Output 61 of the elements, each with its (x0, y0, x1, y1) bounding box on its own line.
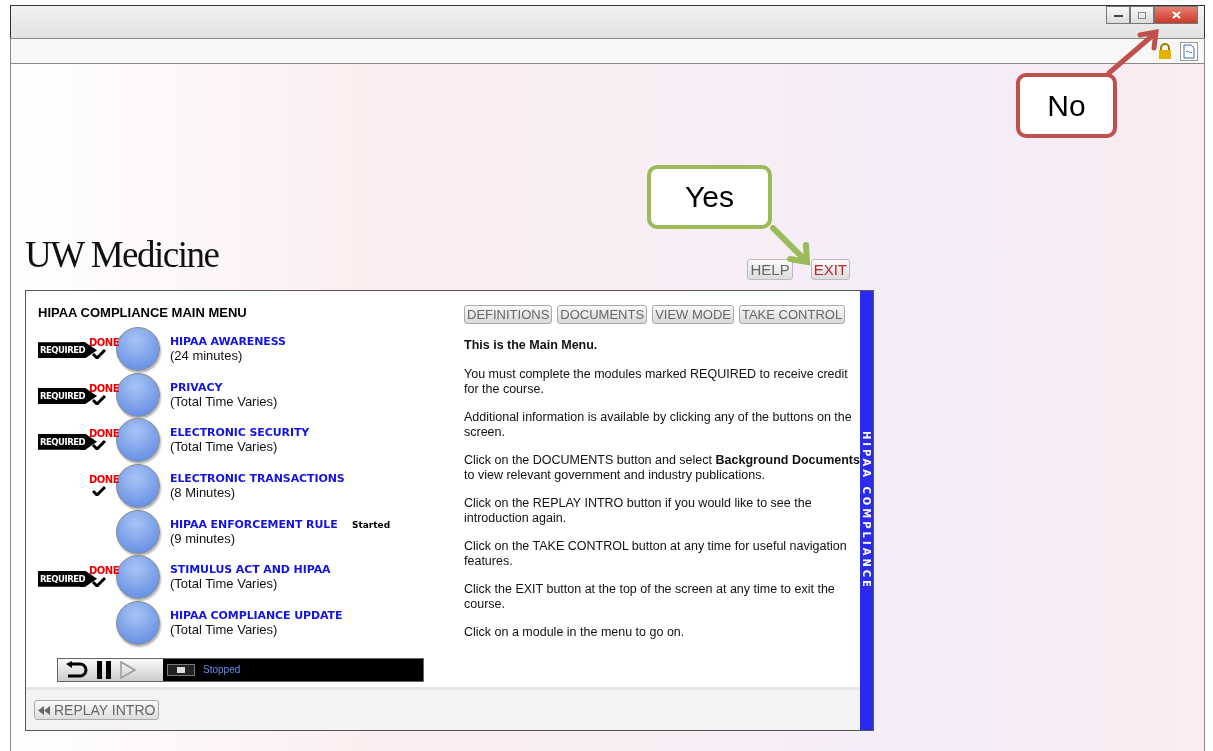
toggle-icon (167, 663, 195, 676)
minimize-icon (1113, 13, 1123, 17)
menu-title: HIPAA COMPLIANCE MAIN MENU (38, 305, 248, 320)
module-duration: (24 minutes) (170, 347, 243, 363)
logo-text: UW Medicine (25, 233, 219, 276)
callout: Yes (647, 165, 772, 229)
module-title[interactable]: STIMULUS ACT AND HIPAA (170, 563, 331, 577)
done-tag: DONE (89, 382, 119, 394)
done-tag: DONE (89, 428, 119, 440)
info-paragraph: Additional information is available by clicking any of the buttons on the screen. (464, 410, 853, 440)
play-icon (120, 660, 136, 679)
pause-button[interactable] (96, 660, 112, 679)
module-button[interactable] (116, 509, 160, 554)
module-button[interactable] (116, 600, 160, 645)
checkmark-icon (92, 485, 106, 496)
help-button[interactable]: HELP (747, 259, 793, 280)
arrow-icon (1106, 28, 1162, 76)
close-icon (1171, 11, 1181, 19)
module-duration: (8 Minutes) (170, 484, 236, 500)
done-tag: DONE (89, 473, 119, 485)
rewind-button[interactable] (64, 660, 88, 679)
module-title[interactable]: HIPAA AWARENESS (170, 334, 286, 348)
info-paragraph: Click on the TAKE CONTROL button at any time for useful navigation features. (464, 539, 848, 569)
module-title[interactable]: HIPAA ENFORCEMENT RULE (170, 517, 338, 531)
padlock-icon (1158, 43, 1172, 59)
return-arrow-icon (64, 660, 88, 679)
module-title[interactable]: ELECTRONIC TRANSACTIONS (170, 471, 345, 485)
done-tag: DONE (89, 336, 119, 348)
minimize-button[interactable] (1106, 6, 1130, 24)
module-title[interactable]: ELECTRONIC SECURITY (170, 426, 310, 440)
info-paragraph: Click the EXIT button at the top of the screen at any time to exit the course. (464, 582, 836, 612)
replay-intro-button[interactable]: REPLAY INTRO (34, 700, 160, 720)
rewind-icon (38, 705, 50, 715)
side-banner: HIPAA COMPLIANCE (860, 291, 873, 730)
toolbar-button[interactable]: DEFINITIONS (464, 305, 553, 324)
player-status: Stopped (203, 664, 241, 676)
maximize-button[interactable] (1130, 6, 1154, 24)
module-duration: (Total Time Varies) (170, 393, 278, 409)
module-title[interactable]: PRIVACY (170, 380, 223, 394)
page-button[interactable] (1180, 41, 1198, 61)
info-heading: This is the Main Menu. (464, 338, 599, 353)
toolbar-button[interactable]: DOCUMENTS (557, 305, 648, 324)
module-title[interactable]: HIPAA COMPLIANCE UPDATE (170, 608, 343, 622)
callout: No (1016, 73, 1117, 138)
pause-icon (96, 660, 112, 679)
close-button[interactable] (1154, 6, 1198, 24)
page-icon (1183, 43, 1195, 59)
module-duration: (Total Time Varies) (170, 621, 278, 637)
info-paragraph: Click on the REPLAY INTRO button if you would like to see the introduction again. (464, 496, 813, 526)
module-duration: (9 minutes) (170, 530, 236, 546)
exit-button[interactable]: EXIT (810, 259, 850, 280)
toolbar-button[interactable]: VIEW MODE (652, 305, 734, 324)
info-paragraph: Click on the DOCUMENTS button and select Background Documents to view relevant government and industry publications. (464, 453, 860, 483)
toolbar-button[interactable]: TAKE CONTROL (738, 305, 846, 324)
info-paragraph: You must complete the modules marked REQUIRED to receive credit for the course. (464, 367, 849, 397)
done-tag: DONE (89, 565, 119, 577)
module-duration: (Total Time Varies) (170, 439, 278, 455)
module-duration: (Total Time Varies) (170, 576, 278, 592)
module-status: Started (352, 519, 391, 530)
maximize-icon (1138, 11, 1146, 19)
info-paragraph: Click on a module in the menu to go on. (464, 625, 686, 640)
